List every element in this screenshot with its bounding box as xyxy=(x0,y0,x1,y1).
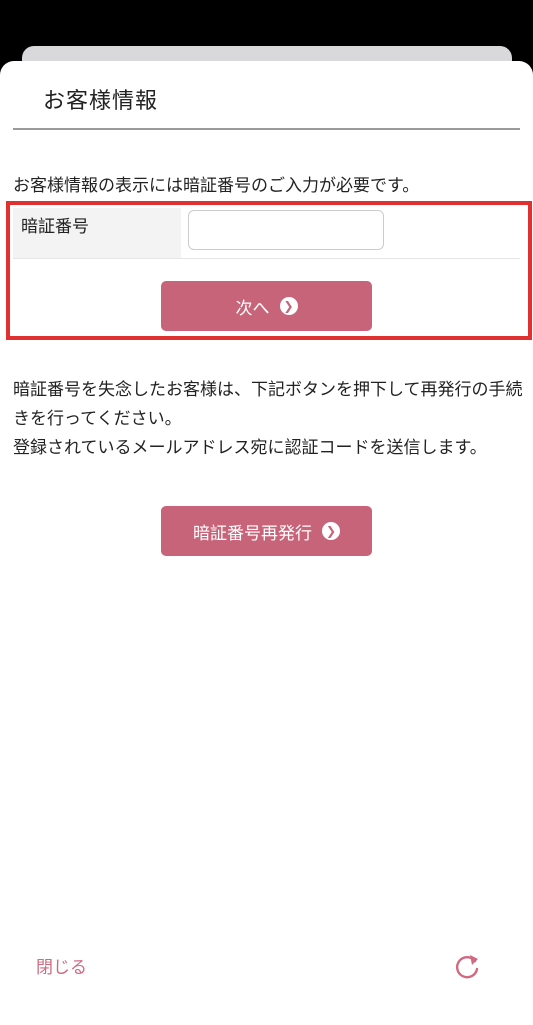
title-divider xyxy=(13,128,520,130)
refresh-icon[interactable] xyxy=(453,952,483,982)
close-button[interactable]: 閉じる xyxy=(36,955,87,981)
reissue-button-label: 暗証番号再発行 xyxy=(193,523,312,544)
page-title: お客様情報 xyxy=(43,89,159,114)
chevron-right-circle-icon: ❯ xyxy=(322,522,340,540)
reissue-notice-line2: 登録されているメールアドレス宛に認証コードを送信します。 xyxy=(13,438,487,458)
reissue-notice: 暗証番号を失念したお客様は、下記ボタンを押下して再発行の手続きを行ってください。… xyxy=(13,376,523,463)
intro-text: お客様情報の表示には暗証番号のご入力が必要です。 xyxy=(13,176,420,196)
reissue-button[interactable]: 暗証番号再発行 ❯ xyxy=(161,506,372,556)
highlight-frame xyxy=(6,201,532,340)
reissue-notice-line1: 暗証番号を失念したお客様は、下記ボタンを押下して再発行の手続きを行ってください。 xyxy=(13,380,523,429)
